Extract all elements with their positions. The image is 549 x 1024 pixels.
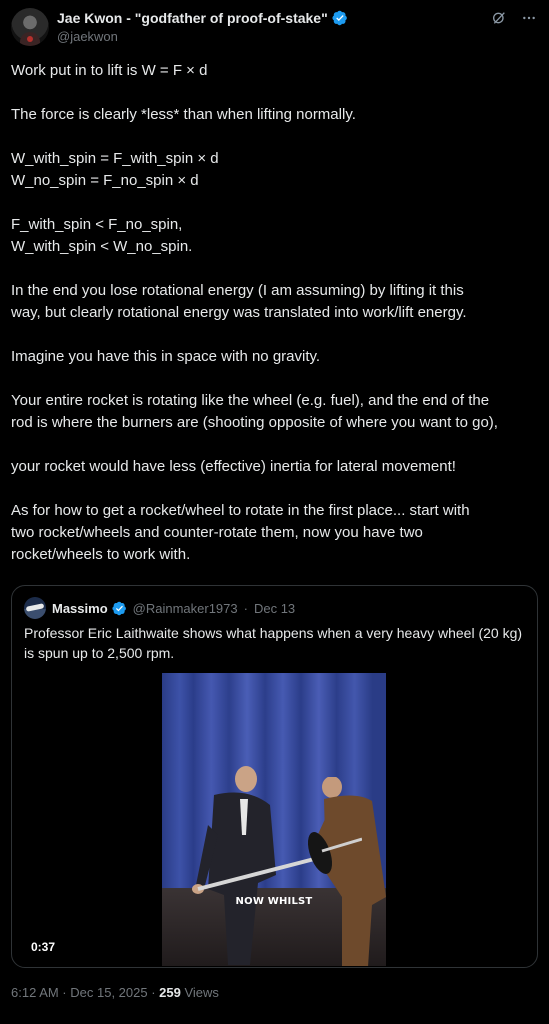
- tweet-meta: 6:12 AM · Dec 15, 2025 · 259 Views: [11, 985, 219, 1000]
- tweet-line: As for how to get a rocket/wheel to rota…: [11, 502, 470, 519]
- tweet-line: your rocket would have less (effective) …: [11, 458, 456, 475]
- more-icon[interactable]: [521, 10, 537, 26]
- tweet-line: Work put in to lift is W = F × d: [11, 62, 208, 79]
- grok-icon[interactable]: [491, 10, 507, 26]
- tweet-line: F_with_spin < F_no_spin,: [11, 216, 183, 233]
- video-caption: NOW WHILST: [235, 896, 313, 907]
- tweet-line: rocket/wheels to work with.: [11, 546, 191, 563]
- quote-video[interactable]: NOW WHILST: [162, 673, 386, 966]
- tweet-line: W_with_spin < W_no_spin.: [11, 238, 193, 255]
- tweet-line: W_with_spin = F_with_spin × d: [11, 150, 219, 167]
- author-name-row: Jae Kwon - "godfather of proof-of-stake": [57, 10, 348, 26]
- quote-date: Dec 13: [253, 600, 296, 616]
- quoted-tweet[interactable]: Massimo @Rainmaker1973 · Dec 13 Professo…: [11, 585, 538, 968]
- verified-badge-icon: [332, 10, 347, 26]
- tweet-line: In the end you lose rotational energy (I…: [11, 282, 464, 299]
- verified-badge-icon: [112, 601, 126, 615]
- quote-separator: ·: [243, 600, 248, 616]
- views-label: Views: [180, 985, 219, 1000]
- quote-author-name: Massimo: [52, 600, 108, 616]
- tweet-line: Your entire rocket is rotating like the …: [11, 392, 490, 409]
- tweet-line: W_no_spin = F_no_spin × d: [11, 172, 199, 189]
- quote-author-handle: @Rainmaker1973: [132, 600, 238, 616]
- tweet-line: Imagine you have this in space with no g…: [11, 348, 321, 365]
- author-avatar[interactable]: [11, 8, 49, 46]
- timestamp[interactable]: 6:12 AM · Dec 15, 2025 ·: [11, 985, 159, 1000]
- views-count: 259: [159, 985, 181, 1000]
- tweet-line: way, but clearly rotational energy was t…: [11, 304, 467, 321]
- video-duration: 0:37: [31, 940, 56, 954]
- author-display-name[interactable]: Jae Kwon - "godfather of proof-of-stake": [57, 10, 328, 26]
- author-handle[interactable]: @jaekwon: [57, 29, 118, 44]
- wheel-and-rod: [197, 832, 362, 891]
- tweet-line: two rocket/wheels and counter-rotate the…: [11, 524, 423, 541]
- tweet-text: Work put in to lift is W = F × d The forc…: [11, 60, 541, 566]
- quote-author-avatar: [24, 597, 46, 619]
- tweet-header: Jae Kwon - "godfather of proof-of-stake"…: [11, 8, 541, 46]
- tweet-line: rod is where the burners are (shooting o…: [11, 414, 498, 431]
- quote-text: Professor Eric Laithwaite shows what hap…: [24, 625, 523, 661]
- tweet-line: The force is clearly *less* than when li…: [11, 106, 356, 123]
